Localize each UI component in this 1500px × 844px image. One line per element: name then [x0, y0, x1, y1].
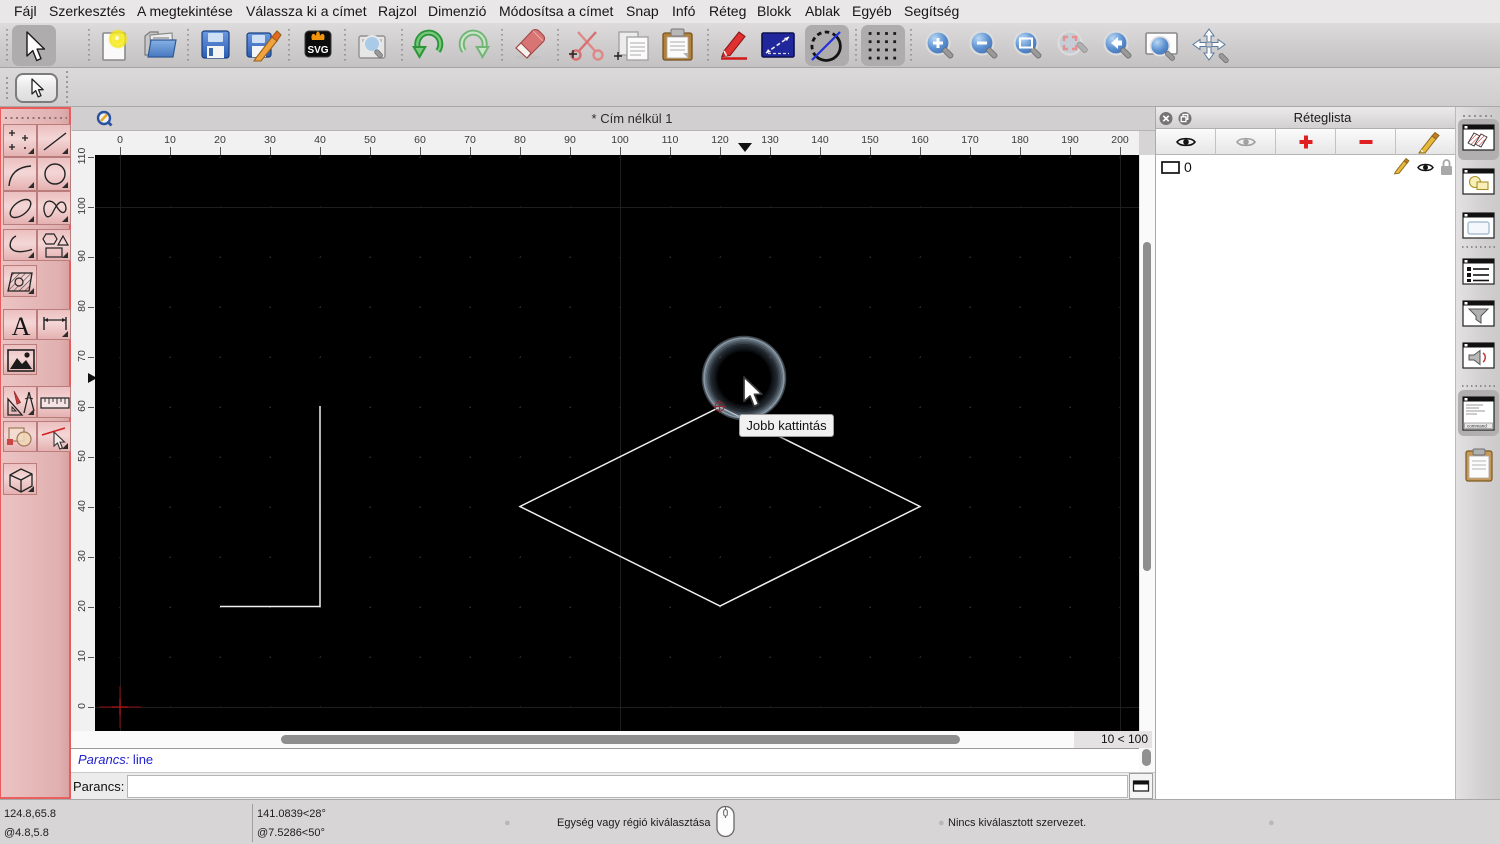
- svg-text:SVG: SVG: [307, 45, 328, 56]
- svg-text:command: command: [1467, 424, 1487, 429]
- svg-text:A: A: [12, 312, 31, 341]
- svg-text:0: 0: [1184, 159, 1192, 175]
